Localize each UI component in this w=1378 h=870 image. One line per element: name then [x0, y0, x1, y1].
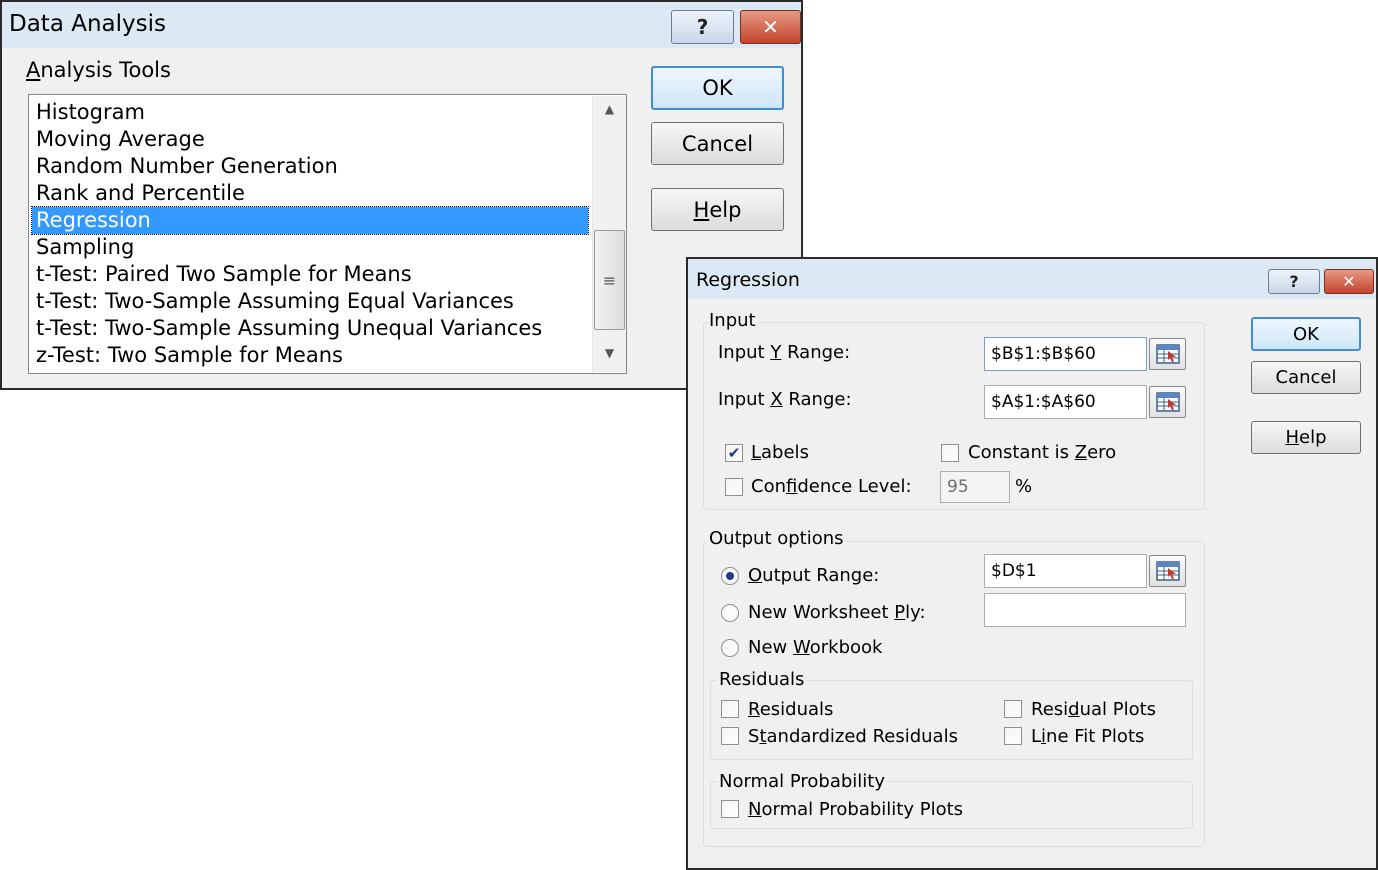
checkmark-icon: ✔: [727, 443, 741, 462]
output-range-radio[interactable]: [721, 567, 739, 585]
line-fit-plots-label: Line Fit Plots: [1031, 726, 1145, 747]
constant-is-zero-label: Constant is Zero: [968, 442, 1117, 463]
new-workbook-radio[interactable]: [721, 639, 739, 657]
list-item[interactable]: z-Test: Two Sample for Means: [32, 342, 590, 369]
list-item[interactable]: Rank and Percentile: [32, 180, 590, 207]
question-icon: ?: [696, 15, 709, 39]
data-analysis-help-button[interactable]: Help: [651, 188, 784, 231]
constant-is-zero-checkbox[interactable]: [941, 444, 959, 462]
confidence-level-checkbox[interactable]: [725, 478, 743, 496]
new-worksheet-ply-radio[interactable]: [721, 604, 739, 622]
output-options-label: Output options: [707, 528, 846, 549]
input-x-range-field[interactable]: $A$1:$A$60: [984, 385, 1147, 419]
input-x-range-label: Input X Range:: [718, 389, 852, 410]
regression-dialog: Regression ? ✕ Input Input Y Range: $B$1…: [686, 257, 1378, 870]
data-analysis-title: Data Analysis: [9, 11, 166, 37]
list-item[interactable]: t-Test: Two-Sample Assuming Equal Varian…: [32, 288, 590, 315]
new-workbook-label: New Workbook: [748, 637, 883, 658]
residual-plots-label: Residual Plots: [1031, 699, 1157, 720]
residuals-group: [710, 680, 1193, 760]
output-range-collapse-button[interactable]: [1149, 555, 1186, 587]
input-y-range-field[interactable]: $B$1:$B$60: [984, 337, 1147, 371]
regression-cancel-button[interactable]: Cancel: [1251, 361, 1361, 394]
scroll-up-arrow-icon[interactable]: ▲: [593, 102, 626, 116]
data-analysis-close-button[interactable]: ✕: [740, 10, 801, 44]
regression-title: Regression: [696, 269, 800, 291]
standardized-residuals-checkbox[interactable]: [721, 727, 739, 745]
list-item-selected[interactable]: Regression: [31, 206, 589, 235]
regression-ok-button[interactable]: OK: [1251, 317, 1361, 351]
regression-titlebar: Regression ? ✕: [688, 259, 1376, 299]
confidence-percent-label: %: [1015, 476, 1033, 497]
normal-probability-plots-label: Normal Probability Plots: [748, 799, 964, 820]
radio-selected-dot: [726, 572, 734, 580]
regression-close-button[interactable]: ✕: [1324, 269, 1374, 294]
list-item[interactable]: Moving Average: [32, 126, 590, 153]
analysis-tools-list[interactable]: Histogram Moving Average Random Number G…: [28, 94, 627, 374]
input-group-label: Input: [707, 310, 758, 331]
list-item[interactable]: t-Test: Two-Sample Assuming Unequal Vari…: [32, 315, 590, 342]
standardized-residuals-label: Standardized Residuals: [748, 726, 958, 747]
normal-probability-group-label: Normal Probability: [717, 771, 887, 792]
scroll-thumb[interactable]: ≡: [594, 230, 625, 330]
new-worksheet-ply-field[interactable]: [984, 593, 1186, 627]
input-x-range-collapse-button[interactable]: [1149, 386, 1186, 418]
data-analysis-dialog: Data Analysis ? ✕ Analysis Tools Histogr…: [0, 0, 803, 390]
labels-checkbox[interactable]: ✔: [725, 444, 743, 462]
line-fit-plots-checkbox[interactable]: [1004, 727, 1022, 745]
regression-help-title-button[interactable]: ?: [1268, 269, 1320, 294]
data-analysis-titlebar: Data Analysis ? ✕: [2, 2, 801, 48]
output-range-label: Output Range:: [748, 565, 880, 586]
list-item[interactable]: Histogram: [32, 99, 590, 126]
data-analysis-ok-button[interactable]: OK: [651, 66, 784, 110]
input-y-range-label: Input Y Range:: [718, 342, 851, 363]
analysis-tools-label: Analysis Tools: [26, 58, 171, 82]
confidence-level-label: Confidence Level:: [751, 476, 912, 497]
range-select-icon: [1155, 392, 1180, 412]
residual-plots-checkbox[interactable]: [1004, 700, 1022, 718]
confidence-level-field[interactable]: 95: [940, 471, 1010, 503]
list-scrollbar[interactable]: ▲ ≡ ▼: [592, 96, 626, 372]
regression-help-button[interactable]: Help: [1251, 421, 1361, 454]
output-range-field[interactable]: $D$1: [984, 554, 1147, 588]
residuals-group-label: Residuals: [717, 669, 807, 690]
residuals-checkbox[interactable]: [721, 700, 739, 718]
scroll-down-arrow-icon[interactable]: ▼: [593, 346, 626, 360]
labels-label: Labels: [751, 442, 809, 463]
data-analysis-help-title-button[interactable]: ?: [671, 10, 734, 44]
normal-probability-plots-checkbox[interactable]: [721, 800, 739, 818]
new-worksheet-ply-label: New Worksheet Ply:: [748, 602, 926, 623]
question-icon: ?: [1289, 272, 1299, 291]
list-item[interactable]: t-Test: Paired Two Sample for Means: [32, 261, 590, 288]
list-item[interactable]: Sampling: [32, 234, 590, 261]
list-item[interactable]: Random Number Generation: [32, 153, 590, 180]
data-analysis-cancel-button[interactable]: Cancel: [651, 122, 784, 165]
range-select-icon: [1155, 344, 1180, 364]
close-icon: ✕: [1342, 272, 1356, 291]
close-icon: ✕: [762, 15, 779, 39]
input-y-range-collapse-button[interactable]: [1149, 338, 1186, 370]
range-select-icon: [1155, 561, 1180, 581]
residuals-label: Residuals: [748, 699, 834, 720]
